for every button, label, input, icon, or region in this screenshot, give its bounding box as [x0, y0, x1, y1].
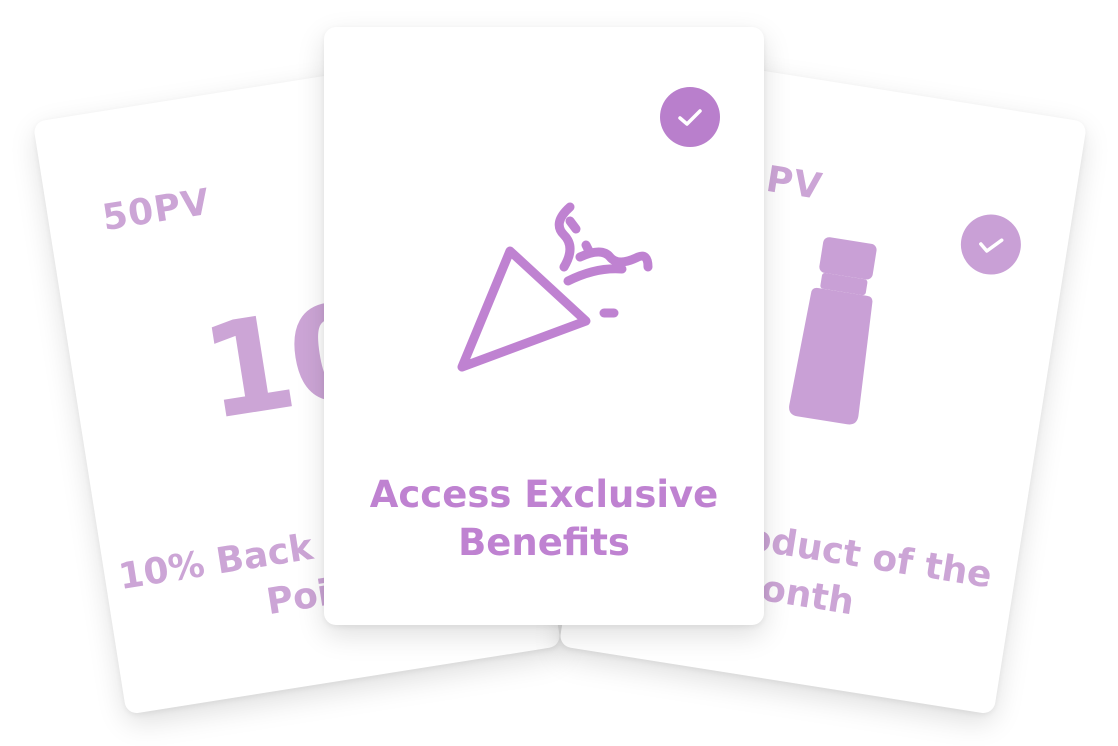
check-icon: [660, 87, 720, 147]
reward-card-center[interactable]: Access Exclusive Benefits: [324, 27, 764, 625]
pv-label: 50PV: [99, 181, 213, 240]
oil-bottle-icon: [789, 237, 877, 425]
card-title-line2: Benefits: [458, 521, 630, 564]
card-title: Access Exclusive Benefits: [324, 471, 764, 567]
check-icon: [956, 210, 1026, 279]
party-popper-icon: [457, 202, 653, 372]
card-title-line1: Access Exclusive: [369, 473, 719, 516]
